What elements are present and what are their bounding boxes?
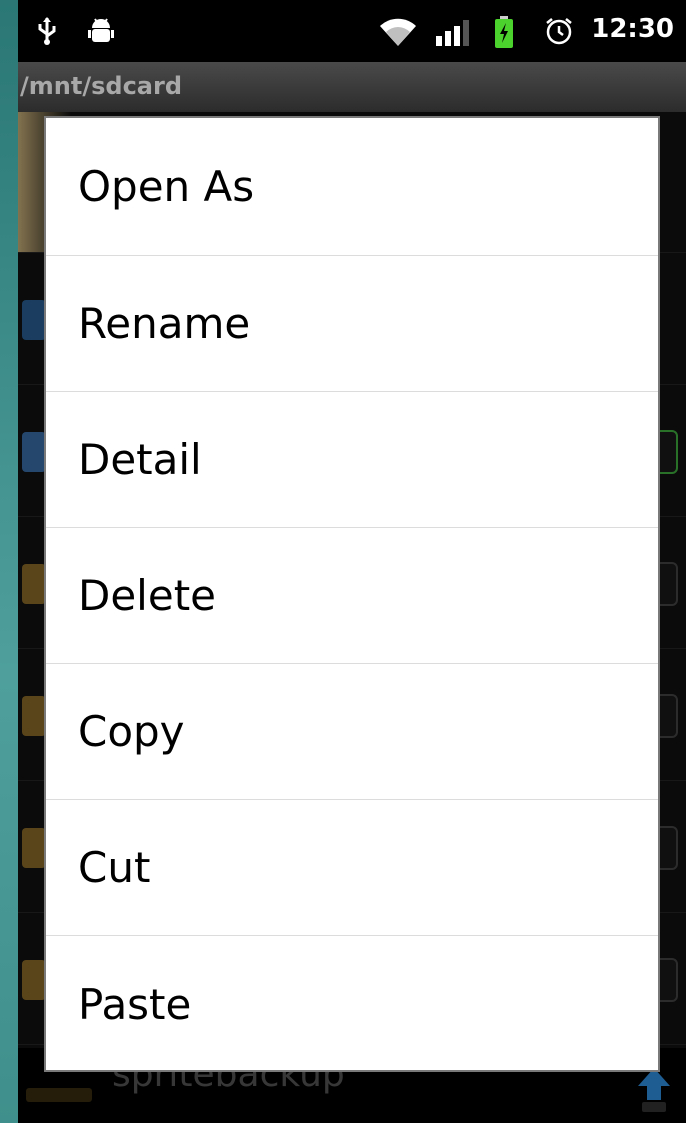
status-bar: 12:30: [18, 0, 686, 62]
battery-charging-icon: [494, 16, 514, 52]
wifi-icon: [378, 18, 418, 50]
phone-screen: 12:30 /mnt/sdcard spritebackup Open As R…: [18, 0, 686, 1123]
menu-item-copy[interactable]: Copy: [46, 664, 658, 800]
android-debug-icon: [88, 16, 114, 48]
alarm-icon: [544, 16, 574, 50]
menu-item-paste[interactable]: Paste: [46, 936, 658, 1072]
current-path: /mnt/sdcard: [20, 72, 182, 100]
menu-item-open-as[interactable]: Open As: [46, 118, 658, 256]
menu-item-rename[interactable]: Rename: [46, 256, 658, 392]
path-bar: /mnt/sdcard: [18, 62, 686, 112]
menu-item-cut[interactable]: Cut: [46, 800, 658, 936]
signal-icon: [436, 20, 470, 50]
menu-item-delete[interactable]: Delete: [46, 528, 658, 664]
usb-icon: [36, 16, 58, 50]
status-time: 12:30: [591, 14, 674, 44]
context-menu: Open As Rename Detail Delete Copy Cut Pa…: [44, 116, 660, 1072]
menu-item-detail[interactable]: Detail: [46, 392, 658, 528]
device-frame-edge: [0, 0, 18, 1123]
